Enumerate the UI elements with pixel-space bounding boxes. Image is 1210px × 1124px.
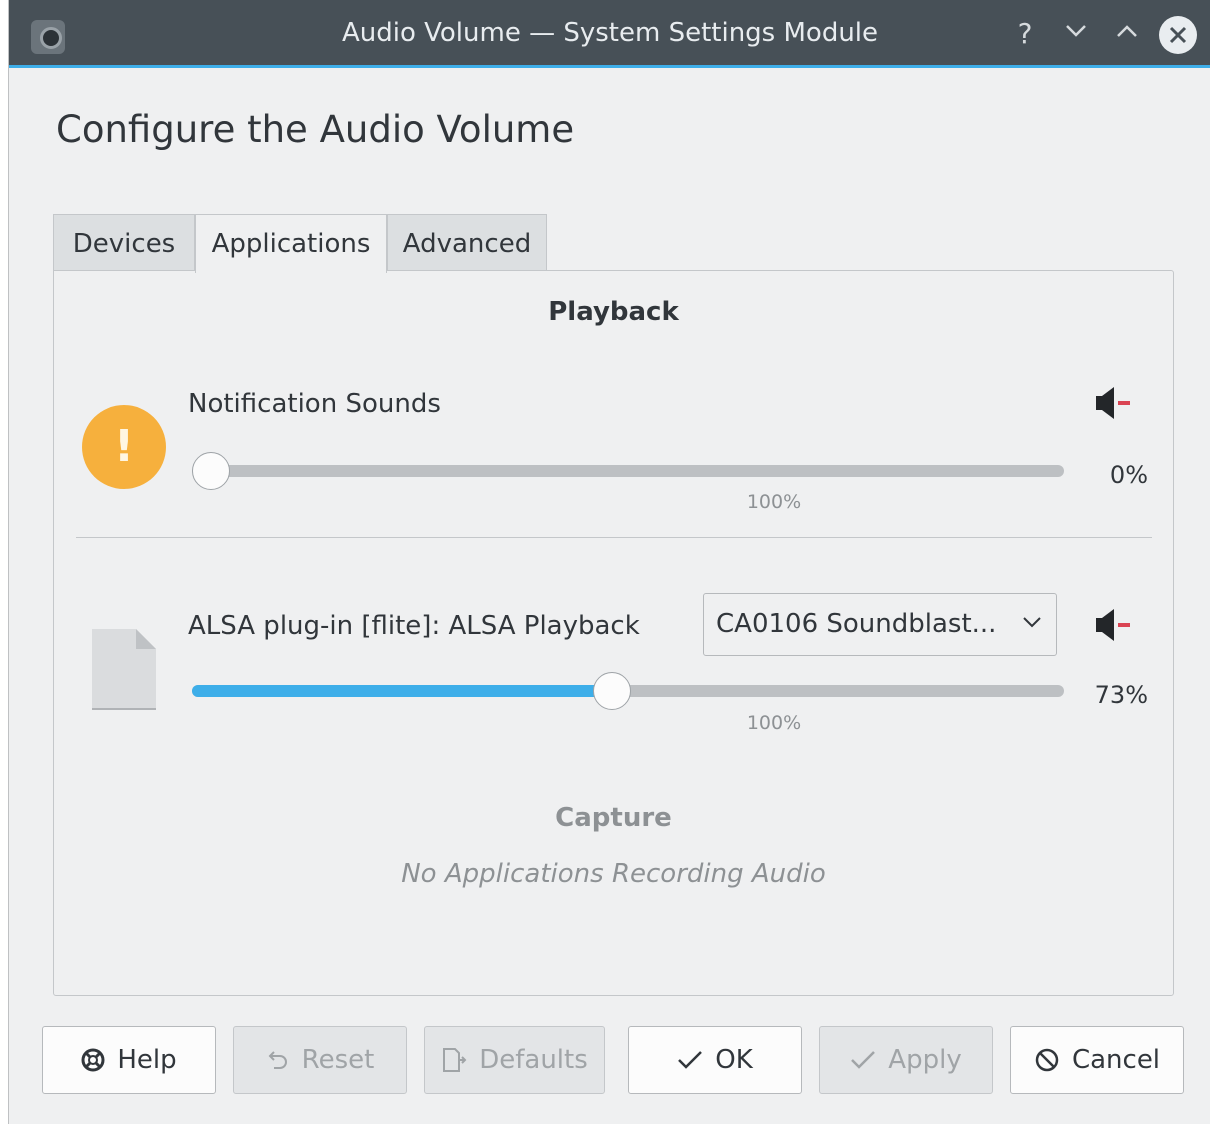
- undo-icon: [266, 1048, 290, 1072]
- mute-button-notification-sounds[interactable]: [1092, 383, 1136, 423]
- volume-slider-fill: [192, 685, 613, 697]
- title-bar[interactable]: Audio Volume — System Settings Module ?: [9, 0, 1210, 68]
- help-lifebuoy-icon: [81, 1048, 105, 1072]
- file-icon: [92, 629, 156, 710]
- check-icon: [850, 1050, 876, 1070]
- volume-100-mark: 100%: [746, 712, 802, 734]
- cancel-button-label: Cancel: [1071, 1045, 1161, 1075]
- reset-button-label: Reset: [301, 1045, 375, 1075]
- stream-name-alsa-playback: ALSA plug-in [flite]: ALSA Playback: [188, 611, 640, 641]
- volume-slider-handle[interactable]: [593, 672, 632, 710]
- help-button-label: Help: [117, 1045, 177, 1075]
- ok-button-label: OK: [715, 1045, 753, 1075]
- close-button[interactable]: [1159, 16, 1197, 54]
- cancel-button[interactable]: Cancel: [1010, 1026, 1184, 1094]
- maximize-button[interactable]: [1107, 14, 1147, 54]
- chevron-down-icon: [1023, 617, 1041, 628]
- defaults-button-label: Defaults: [479, 1045, 588, 1075]
- volume-100-mark: 100%: [746, 491, 802, 513]
- cancel-icon: [1034, 1047, 1060, 1073]
- defaults-button[interactable]: Defaults: [424, 1026, 605, 1094]
- help-button[interactable]: Help: [42, 1026, 216, 1094]
- volume-slider-alsa-playback[interactable]: [192, 672, 1064, 710]
- tab-applications[interactable]: Applications: [195, 214, 387, 273]
- help-titlebar-button[interactable]: ?: [1005, 14, 1045, 54]
- tab-advanced[interactable]: Advanced: [387, 214, 547, 272]
- stream-separator: [76, 537, 1152, 538]
- applications-panel: Playback ! Notification Sounds 0% 100% A…: [53, 270, 1174, 996]
- speaker-muted-icon: [1096, 387, 1130, 419]
- playback-section-title: Playback: [548, 297, 679, 327]
- document-revert-icon: [441, 1047, 467, 1073]
- chevron-down-icon: [1066, 25, 1086, 37]
- apply-button-label: Apply: [888, 1045, 962, 1075]
- speaker-muted-icon: [1096, 609, 1130, 641]
- volume-percent-notification-sounds: 0%: [1109, 461, 1148, 489]
- reset-button[interactable]: Reset: [233, 1026, 407, 1094]
- page-title: Configure the Audio Volume: [56, 108, 575, 151]
- capture-section-title: Capture: [555, 803, 672, 833]
- tab-devices[interactable]: Devices: [53, 214, 195, 272]
- settings-window: Audio Volume — System Settings Module ? …: [8, 0, 1210, 1124]
- stream-name-notification-sounds: Notification Sounds: [188, 389, 441, 419]
- mute-button-alsa-playback[interactable]: [1092, 605, 1136, 645]
- apply-button[interactable]: Apply: [819, 1026, 993, 1094]
- check-icon: [677, 1050, 703, 1070]
- volume-slider-notification-sounds[interactable]: [192, 452, 1064, 490]
- capture-empty-message: No Applications Recording Audio: [401, 859, 826, 889]
- close-icon: [1169, 26, 1187, 44]
- output-device-select[interactable]: CA0106 Soundblast...: [703, 593, 1057, 656]
- minimize-button[interactable]: [1056, 14, 1096, 54]
- volume-slider-handle[interactable]: [192, 452, 230, 490]
- output-device-value: CA0106 Soundblast...: [716, 609, 997, 639]
- chevron-up-icon: [1117, 25, 1137, 37]
- volume-percent-alsa-playback: 73%: [1094, 681, 1148, 709]
- ok-button[interactable]: OK: [628, 1026, 802, 1094]
- warning-icon: !: [82, 405, 166, 489]
